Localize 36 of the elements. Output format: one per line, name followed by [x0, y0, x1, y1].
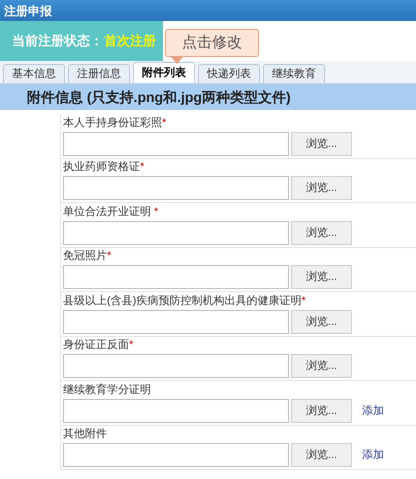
file-field[interactable]	[63, 220, 289, 245]
tab[interactable]: 基本信息	[3, 64, 65, 83]
status-label: 当前注册状态：	[12, 32, 103, 50]
status-value: 首次注册	[104, 32, 156, 50]
field-label: 其他附件	[63, 427, 108, 442]
field-label: 继续教育学分证明	[63, 382, 152, 397]
browse-button[interactable]: 浏览...	[291, 176, 352, 200]
tab[interactable]: 快递列表	[198, 64, 260, 83]
field-label: 单位合法开业证明 *	[63, 204, 160, 219]
browse-button[interactable]: 浏览...	[291, 265, 352, 290]
browse-button[interactable]: 浏览...	[291, 354, 352, 378]
file-field[interactable]	[63, 443, 289, 468]
file-field[interactable]	[63, 310, 289, 334]
tab[interactable]: 附件列表	[133, 62, 195, 83]
file-field[interactable]	[63, 265, 289, 290]
browse-button[interactable]: 浏览...	[291, 310, 352, 334]
file-field[interactable]	[63, 132, 289, 156]
browse-button[interactable]: 浏览...	[291, 220, 352, 245]
field-label: 执业药师资格证*	[63, 160, 146, 174]
window-title: 注册申报	[4, 2, 52, 20]
field-label: 免冠照片*	[63, 249, 112, 264]
tab[interactable]: 注册信息	[68, 64, 130, 83]
add-link[interactable]: 添加	[362, 402, 384, 419]
section-title: 附件信息 (只支持.png和.jpg两种类型文件)	[27, 88, 291, 107]
callout: 点击修改	[165, 29, 259, 57]
file-field[interactable]	[63, 354, 289, 378]
field-label: 身份证正反面*	[63, 338, 134, 352]
browse-button[interactable]: 浏览...	[291, 132, 352, 156]
add-link[interactable]: 添加	[362, 447, 384, 464]
browse-button[interactable]: 浏览...	[291, 398, 352, 423]
browse-button[interactable]: 浏览...	[291, 443, 352, 468]
field-label: 县级以上(含县)疾病预防控制机构出具的健康证明*	[63, 294, 307, 308]
tab[interactable]: 继续教育	[263, 64, 325, 83]
file-field[interactable]	[63, 398, 289, 423]
file-field[interactable]	[63, 176, 289, 200]
field-label: 本人手持身份证彩照*	[63, 116, 168, 130]
